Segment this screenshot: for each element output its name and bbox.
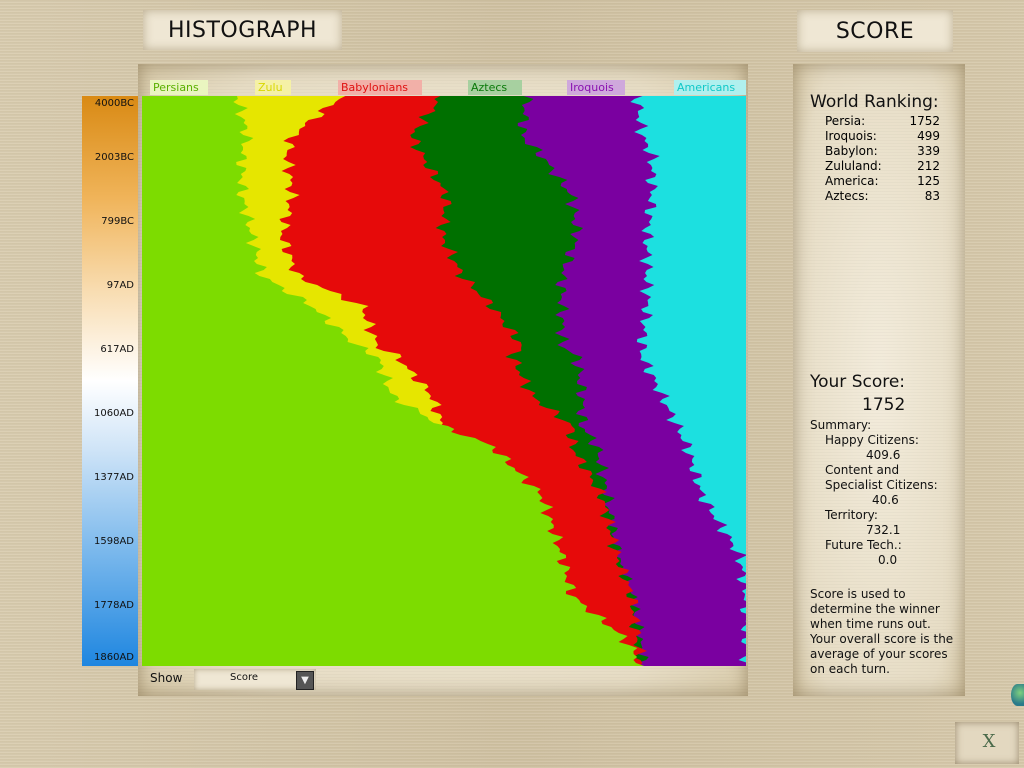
ranking-value: 83 <box>924 189 940 203</box>
ranking-civ: Babylon: <box>825 144 878 158</box>
timeline-label: 1778AD <box>94 600 134 611</box>
score-note-line: average of your scores <box>810 647 948 661</box>
score-note-line: Your overall score is the <box>810 632 954 646</box>
histograph-title: HISTOGRAPH <box>143 10 342 50</box>
future-tech-value: 0.0 <box>878 553 898 567</box>
territory-label: Territory: <box>825 508 878 522</box>
histograph-chart <box>142 96 746 666</box>
ranking-value: 499 <box>917 129 940 143</box>
ranking-value: 339 <box>917 144 940 158</box>
chevron-down-icon[interactable]: ▼ <box>296 671 314 690</box>
summary-label: Summary: <box>810 418 872 432</box>
histograph-svg <box>142 96 746 666</box>
score-title: SCORE <box>797 10 953 52</box>
territory-value: 732.1 <box>866 523 901 537</box>
ranking-row: Babylon: 339 <box>825 144 940 159</box>
ranking-civ: Aztecs: <box>825 189 869 203</box>
show-dropdown-value: Score <box>229 672 258 683</box>
ranking-value: 212 <box>917 159 940 173</box>
close-button[interactable]: X <box>955 722 1019 764</box>
score-note-line: when time runs out. <box>810 617 931 631</box>
ranking-row: Aztecs: 83 <box>825 189 940 204</box>
timeline-label: 4000BC <box>94 98 134 109</box>
ranking-civ: Zululand: <box>825 159 882 173</box>
legend-item: Aztecs <box>468 80 522 95</box>
content-label-1: Content and <box>825 463 900 477</box>
ranking-civ: Persia: <box>825 114 866 128</box>
content-label-2: Specialist Citizens: <box>825 478 938 492</box>
ranking-value: 125 <box>917 174 940 188</box>
ranking-row: America: 125 <box>825 174 940 189</box>
ranking-civ: Iroquois: <box>825 129 877 143</box>
close-icon: X <box>982 731 996 752</box>
timeline-label: 799BC <box>101 216 134 227</box>
timeline-bar <box>82 96 138 666</box>
timeline-label: 2003BC <box>94 152 134 163</box>
legend-item: Babylonians <box>338 80 422 95</box>
timeline-label: 1598AD <box>94 536 134 547</box>
ranking-value: 1752 <box>909 114 940 128</box>
world-ranking-heading: World Ranking: <box>810 92 939 112</box>
score-note-line: determine the winner <box>810 602 940 616</box>
ranking-row: Iroquois: 499 <box>825 129 940 144</box>
ranking-civ: America: <box>825 174 879 188</box>
timeline-label: 1377AD <box>94 472 134 483</box>
show-dropdown[interactable]: Score ▼ <box>194 669 316 690</box>
timeline-label: 617AD <box>100 344 134 355</box>
timeline-label: 1860AD <box>94 652 134 663</box>
your-score-heading: Your Score: <box>810 372 906 392</box>
future-tech-label: Future Tech.: <box>825 538 902 552</box>
score-note-line: Score is used to <box>810 587 906 601</box>
happy-citizens-value: 409.6 <box>866 448 901 462</box>
content-value: 40.6 <box>872 493 899 507</box>
happy-citizens-label: Happy Citizens: <box>825 433 919 447</box>
legend-item: Persians <box>150 80 208 95</box>
ranking-row: Persia: 1752 <box>825 114 940 129</box>
timeline-label: 97AD <box>106 280 134 291</box>
timeline-label: 1060AD <box>94 408 134 419</box>
show-label: Show <box>150 671 183 685</box>
legend-item: Iroquois <box>567 80 625 95</box>
legend-item: Americans <box>674 80 746 95</box>
globe-icon <box>1011 684 1024 706</box>
score-note-line: on each turn. <box>810 662 890 676</box>
legend-item: Zulu <box>255 80 291 95</box>
ranking-row: Zululand: 212 <box>825 159 940 174</box>
your-score-value: 1752 <box>862 395 906 415</box>
